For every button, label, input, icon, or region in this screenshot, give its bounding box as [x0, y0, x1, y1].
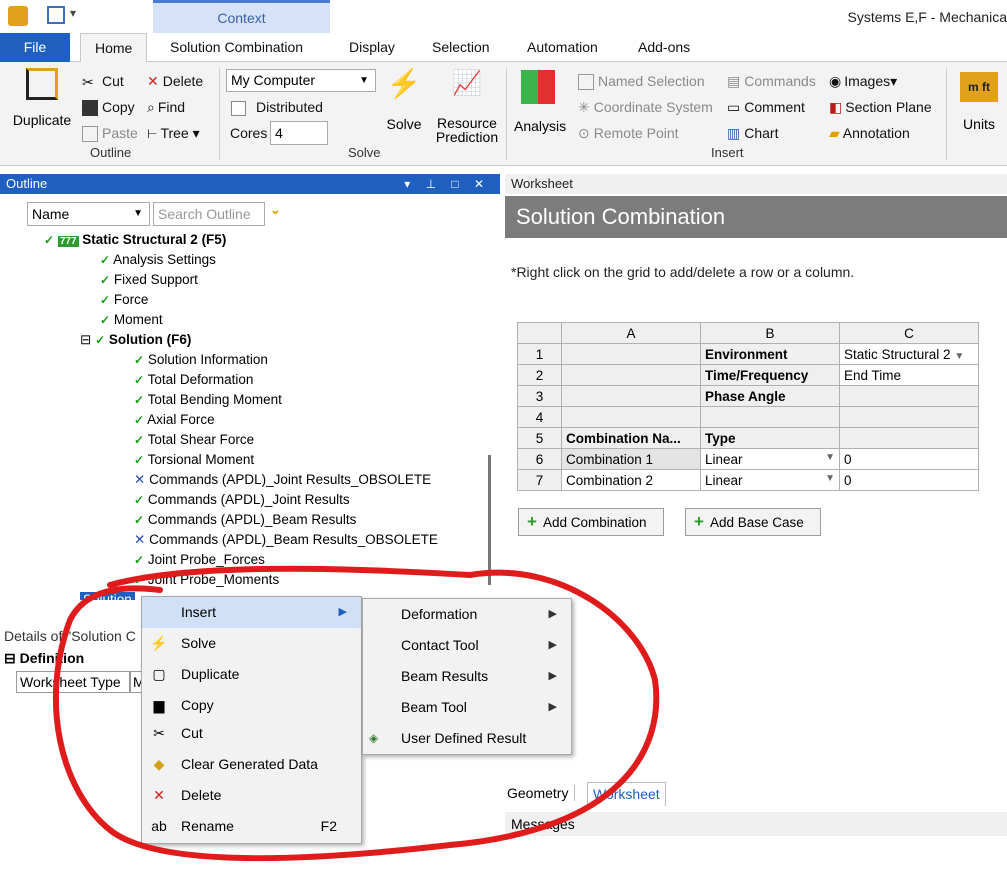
red-annotation-loop	[52, 565, 660, 862]
annotation-stroke	[52, 565, 660, 862]
